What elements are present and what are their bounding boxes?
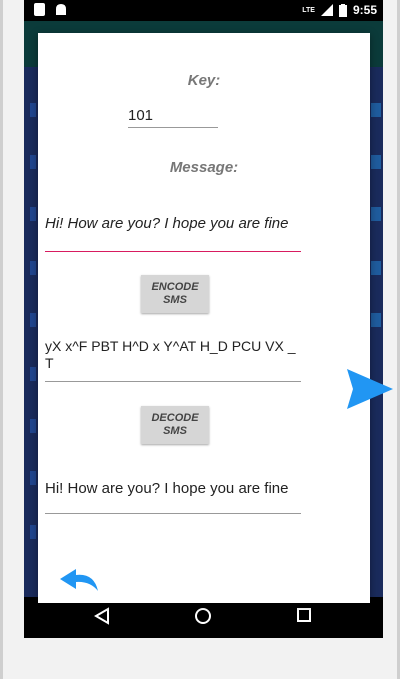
list-item [30, 261, 36, 275]
navigation-bar [24, 597, 383, 638]
list-item [30, 471, 36, 485]
encoded-text-field[interactable]: yX x^F PBT H^D x Y^AT H_D PCU VX _T [45, 338, 301, 382]
list-item-marker [371, 261, 381, 275]
list-item [30, 367, 36, 381]
message-label: Message: [169, 159, 239, 176]
recents-square-icon[interactable] [296, 607, 312, 623]
status-bar: LTE 9:55 [24, 0, 383, 21]
sim-icon [34, 3, 45, 16]
device-frame: LTE 9:55 Key: 101 Message: Hi! How are y… [0, 0, 400, 679]
message-input[interactable]: Hi! How are you? I hope you are fine [45, 215, 301, 252]
status-time: 9:55 [352, 3, 377, 17]
encode-sms-button[interactable]: ENCODE SMS [141, 275, 209, 313]
list-item [30, 207, 36, 221]
list-item [30, 313, 36, 327]
signal-icon [320, 4, 333, 16]
list-item [30, 419, 36, 433]
network-label: LTE [302, 6, 315, 14]
home-circle-icon[interactable] [194, 607, 212, 625]
list-item-marker [371, 103, 381, 117]
list-item [30, 103, 36, 117]
list-item-marker [371, 313, 381, 327]
decode-sms-button[interactable]: DECODE SMS [141, 406, 209, 444]
list-item [30, 155, 36, 169]
key-label: Key: [187, 72, 221, 89]
back-triangle-icon[interactable] [94, 607, 110, 625]
list-item [30, 525, 36, 539]
sms-cipher-dialog: Key: Message: Hi! How are you? I hope yo… [38, 33, 393, 603]
battery-icon [338, 3, 347, 17]
decoded-text-field[interactable]: Hi! How are you? I hope you are fine [45, 480, 301, 514]
list-item-marker [371, 155, 381, 169]
undo-icon[interactable] [58, 567, 102, 591]
key-input[interactable] [128, 103, 218, 128]
send-icon[interactable] [347, 369, 393, 409]
list-item-marker [371, 207, 381, 221]
android-icon [56, 4, 66, 15]
